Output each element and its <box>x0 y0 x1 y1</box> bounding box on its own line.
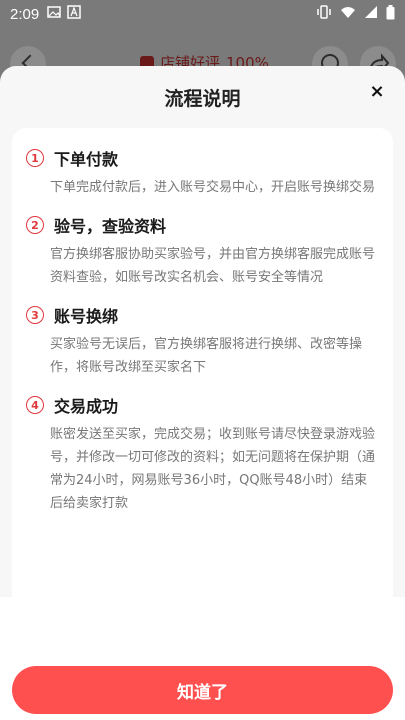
step-item: 2 验号，查验资料 官方换绑客服协助买家验号，并由官方换绑客服完成账号资料查验，… <box>26 213 379 289</box>
step-number-icon: 3 <box>26 306 44 324</box>
vibrate-icon <box>316 5 332 23</box>
step-title: 交易成功 <box>54 397 119 416</box>
wifi-icon <box>340 5 356 23</box>
signal-icon <box>364 5 378 23</box>
step-number-icon: 4 <box>26 396 44 414</box>
sheet-title: 流程说明 <box>164 88 241 110</box>
step-title: 下单付款 <box>54 150 119 169</box>
step-description: 下单完成付款后，进入账号交易中心，开启账号换绑交易 <box>50 180 376 195</box>
step-description: 买家验号无误后，官方换绑客服将进行换绑、改密等操作，将账号改绑至买家名下 <box>50 337 363 375</box>
step-title: 验号，查验资料 <box>54 217 167 236</box>
step-number-icon: 2 <box>26 216 44 234</box>
close-button[interactable]: × <box>365 80 389 104</box>
step-item: 4 交易成功 账密发送至买家，完成交易；收到账号请尽快登录游戏验号，并修改一切可… <box>26 393 379 515</box>
status-bar: 2:09 <box>0 0 405 28</box>
app-a-icon <box>67 5 81 23</box>
steps-card: 1 下单付款 下单完成付款后，进入账号交易中心，开启账号换绑交易 2 验号，查验… <box>12 128 393 644</box>
step-description: 账密发送至买家，完成交易；收到账号请尽快登录游戏验号，并修改一切可修改的资料；如… <box>50 427 376 511</box>
step-item: 3 账号换绑 买家验号无误后，官方换绑客服将进行换绑、改密等操作，将账号改绑至买… <box>26 303 379 379</box>
confirm-button[interactable]: 知道了 <box>12 666 393 714</box>
battery-icon <box>386 4 395 24</box>
step-description: 官方换绑客服协助买家验号，并由官方换绑客服完成账号资料查验，如账号改实名机会、账… <box>50 247 376 285</box>
step-title: 账号换绑 <box>54 307 119 326</box>
step-number-icon: 1 <box>26 149 44 167</box>
status-time: 2:09 <box>10 5 40 23</box>
image-icon <box>47 5 61 23</box>
step-item: 1 下单付款 下单完成付款后，进入账号交易中心，开启账号换绑交易 <box>26 146 379 199</box>
